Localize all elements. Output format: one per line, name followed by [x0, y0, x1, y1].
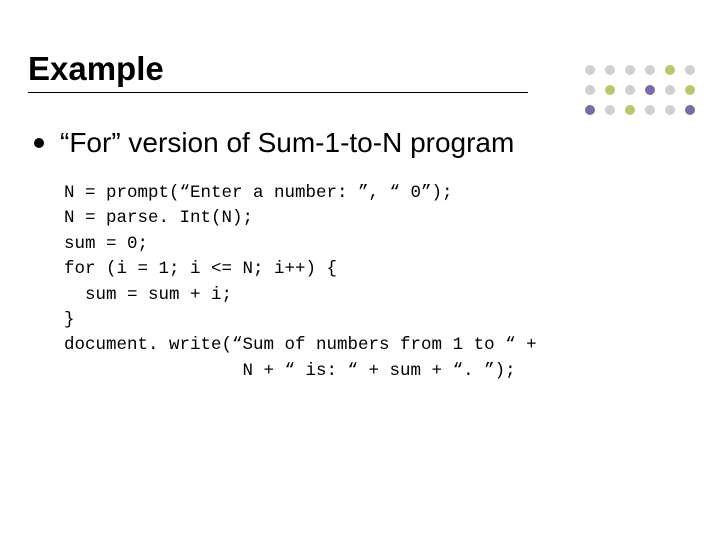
- bullet-text: “For” version of Sum-1-to-N program: [60, 127, 514, 159]
- code-line: N + “ is: “ + sum + “. ”);: [64, 361, 516, 381]
- title-underline: [28, 92, 528, 93]
- slide: Example “For” version of Sum-1-to-N prog…: [0, 0, 720, 540]
- code-line: sum = 0;: [64, 234, 148, 254]
- bullet-dot-icon: [34, 138, 44, 148]
- code-line: N = parse. Int(N);: [64, 208, 253, 228]
- corner-dots-decoration: [580, 60, 700, 132]
- code-line: N = prompt(“Enter a number: ”, “ 0”);: [64, 183, 453, 203]
- code-block: N = prompt(“Enter a number: ”, “ 0”); N …: [64, 181, 692, 384]
- code-line: sum = sum + i;: [64, 285, 232, 305]
- code-line: document. write(“Sum of numbers from 1 t…: [64, 335, 537, 355]
- code-line: for (i = 1; i <= N; i++) {: [64, 259, 337, 279]
- code-line: }: [64, 310, 75, 330]
